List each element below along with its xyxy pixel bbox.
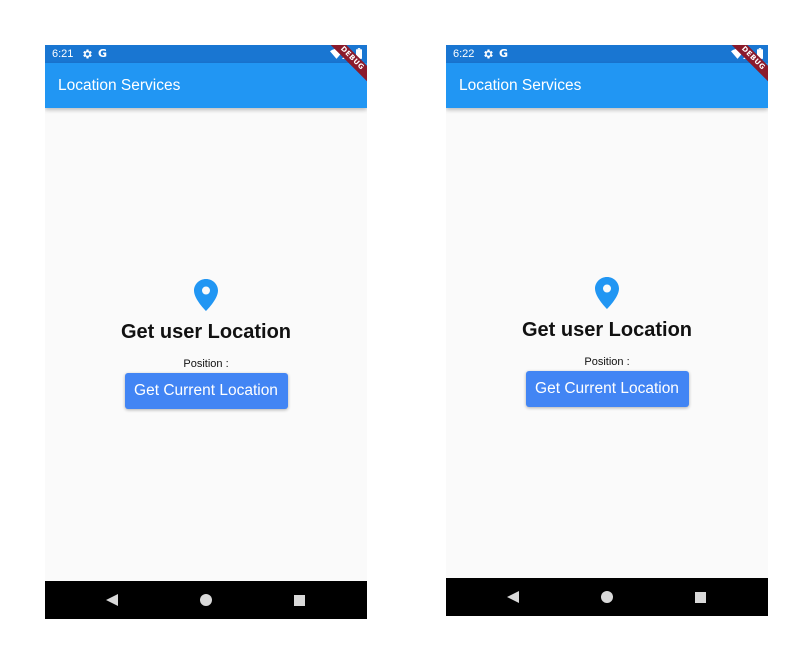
google-status-icon: G	[499, 47, 509, 60]
status-bar: 6:21 G	[45, 45, 367, 63]
position-label: Position :	[183, 358, 229, 370]
status-time: 6:22	[453, 48, 475, 60]
heading: Get user Location	[521, 319, 693, 341]
app-bar: Location Services	[45, 63, 367, 108]
app-title: Location Services	[58, 77, 181, 94]
app-bar: Location Services	[446, 63, 768, 108]
nav-bar	[446, 578, 768, 616]
main-content: Get user Location Position : Get Current…	[446, 277, 768, 407]
position-label: Position :	[584, 356, 630, 368]
get-current-location-button[interactable]: Get Current Location	[124, 373, 288, 409]
get-current-location-button[interactable]: Get Current Location	[525, 371, 689, 407]
back-icon[interactable]	[106, 594, 118, 606]
gear-icon	[83, 49, 92, 59]
location-pin-icon	[595, 277, 619, 309]
nav-bar	[45, 581, 367, 619]
status-time: 6:21	[52, 48, 74, 60]
status-bar: 6:22 G	[446, 45, 768, 63]
location-pin-icon	[194, 279, 218, 311]
heading: Get user Location	[120, 321, 292, 343]
main-content: Get user Location Position : Get Current…	[45, 279, 367, 409]
back-icon[interactable]	[507, 591, 519, 603]
app-title: Location Services	[459, 77, 582, 94]
phone-screen-left: 6:21 G DEBUG Location Services Get user …	[45, 45, 367, 619]
recents-icon[interactable]	[695, 592, 706, 603]
home-icon[interactable]	[601, 591, 613, 603]
home-icon[interactable]	[200, 594, 212, 606]
gear-icon	[484, 49, 493, 59]
google-status-icon: G	[98, 47, 108, 60]
phone-screen-right: 6:22 G DEBUG Location Services Get user …	[446, 45, 768, 616]
recents-icon[interactable]	[294, 595, 305, 606]
